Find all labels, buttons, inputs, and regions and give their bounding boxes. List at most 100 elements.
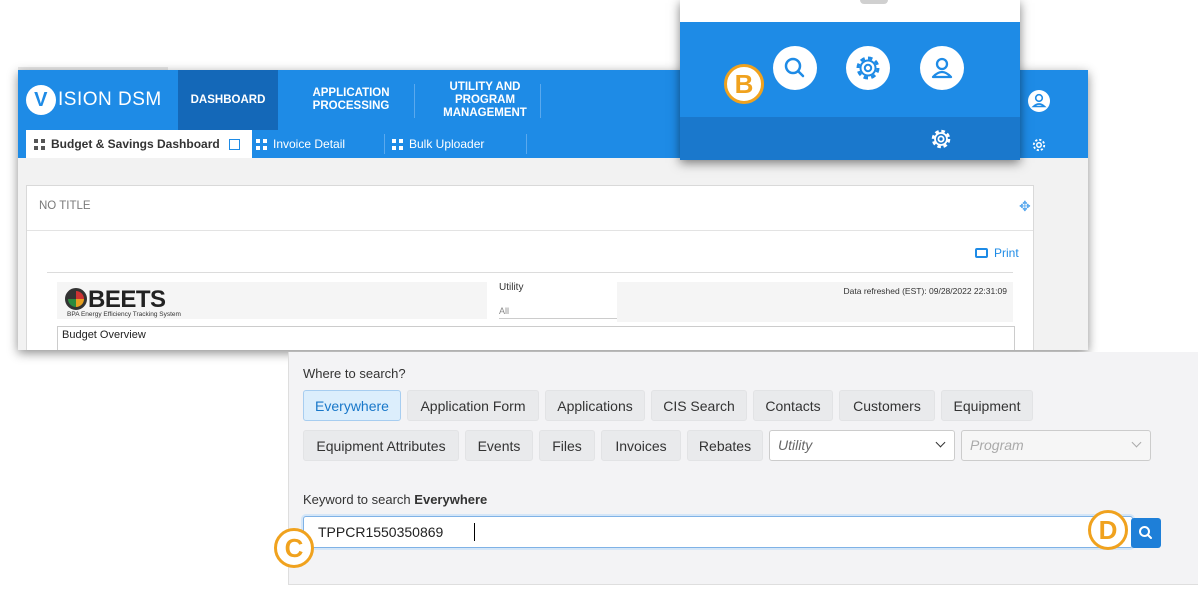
chevron-down-icon (935, 437, 946, 448)
where-to-search-label: Where to search? (303, 366, 406, 381)
scope-label: Contacts (765, 397, 821, 414)
dashboard-card: NO TITLE ✥ Print BEETS BPA Energy Effici… (26, 185, 1034, 350)
external-link-icon[interactable] (228, 138, 240, 150)
zoom-subnav-strip (680, 117, 1020, 160)
scope-label: Rebates (698, 437, 752, 454)
grid-icon (34, 138, 45, 150)
beets-logo: BEETS (65, 286, 166, 314)
nav-divider (540, 84, 541, 118)
nav-tab-dashboard[interactable]: DASHBOARD (178, 70, 278, 130)
keyword-label: Keyword to search Everywhere (303, 492, 487, 507)
beets-logo-text: BEETS (88, 286, 166, 313)
print-icon (975, 248, 988, 258)
callout-marker-b: B (724, 64, 764, 104)
nav-tab-label: UTILITY AND PROGRAM MANAGEMENT (443, 80, 527, 119)
logo-v-mark: V (26, 85, 56, 115)
subtab-label: Budget & Savings Dashboard (51, 137, 220, 151)
scope-rebates[interactable]: Rebates (687, 430, 763, 461)
scope-label: Customers (853, 397, 921, 414)
scope-events[interactable]: Events (465, 430, 533, 461)
subnav-settings-button[interactable] (1030, 136, 1048, 159)
keyword-label-prefix: Keyword to search (303, 492, 411, 507)
nav-divider (414, 84, 415, 118)
gear-icon (856, 56, 880, 80)
search-panel: Where to search? Everywhere Application … (288, 352, 1198, 585)
user-avatar-button[interactable] (1028, 90, 1050, 112)
user-icon (1031, 93, 1047, 108)
callout-marker-d: D (1088, 510, 1128, 550)
scope-label: Everywhere (315, 397, 389, 414)
nav-tab-utility-program-management[interactable]: UTILITY AND PROGRAM MANAGEMENT (430, 70, 540, 130)
data-refreshed-text: Data refreshed (EST): 09/28/2022 22:31:0… (843, 286, 1008, 296)
search-icon (784, 57, 805, 78)
grid-icon (256, 138, 267, 150)
gear-icon (1032, 138, 1046, 152)
scope-applications[interactable]: Applications (545, 390, 645, 421)
scope-contacts[interactable]: Contacts (753, 390, 833, 421)
subtab-label: Bulk Uploader (409, 137, 485, 151)
search-submit-button[interactable] (1131, 518, 1161, 548)
beets-banner: BEETS BPA Energy Efficiency Tracking Sys… (57, 282, 487, 319)
callout-marker-c: C (274, 528, 314, 568)
subtab-bulk-uploader[interactable]: Bulk Uploader (392, 130, 484, 158)
search-icon (1139, 526, 1152, 539)
beets-subtitle: BPA Energy Efficiency Tracking System (67, 311, 181, 318)
subnav-divider (384, 134, 385, 154)
keyword-search-input[interactable]: TPPCR1550350869 (303, 516, 1133, 548)
program-dropdown[interactable]: Program (961, 430, 1151, 461)
zoom-settings-button[interactable] (928, 126, 954, 157)
logo-text: ISION DSM (58, 89, 162, 110)
scope-label: Equipment Attributes (316, 437, 446, 454)
print-label: Print (994, 246, 1019, 260)
utility-placeholder: Utility (778, 437, 813, 453)
budget-overview-header: Budget Overview (57, 326, 1015, 350)
nav-tab-label: DASHBOARD (190, 93, 266, 106)
subnav-divider (526, 134, 527, 154)
refresh-panel: Data refreshed (EST): 09/28/2022 22:31:0… (617, 282, 1013, 322)
scope-label: CIS Search (663, 397, 735, 414)
print-button[interactable]: Print (975, 246, 1019, 260)
scope-files[interactable]: Files (539, 430, 595, 461)
scope-label: Files (552, 437, 582, 454)
subtab-label: Invoice Detail (273, 137, 346, 151)
text-caret (474, 523, 475, 541)
scope-invoices[interactable]: Invoices (601, 430, 681, 461)
user-icon (931, 57, 953, 79)
gear-icon (931, 129, 951, 149)
scope-everywhere[interactable]: Everywhere (303, 390, 401, 421)
keyword-label-scope: Everywhere (414, 492, 488, 507)
global-search-button[interactable] (773, 46, 817, 90)
scope-label: Application Form (420, 397, 526, 414)
scope-cis-search[interactable]: CIS Search (651, 390, 747, 421)
scope-customers[interactable]: Customers (839, 390, 935, 421)
move-icon[interactable]: ✥ (1019, 198, 1031, 215)
card-divider (27, 230, 1033, 231)
program-placeholder: Program (970, 437, 1024, 453)
grid-icon (392, 138, 403, 150)
utility-filter: Utility All (487, 282, 639, 322)
utility-label: Utility (499, 282, 524, 293)
card-title: NO TITLE (39, 200, 91, 212)
scope-label: Invoices (615, 437, 667, 454)
subtab-budget-savings-dashboard[interactable]: Budget & Savings Dashboard (26, 130, 252, 158)
settings-button[interactable] (846, 46, 890, 90)
app-logo[interactable]: V ISION DSM (26, 82, 162, 118)
scope-equipment[interactable]: Equipment (941, 390, 1033, 421)
card-inner-divider (47, 272, 1013, 273)
scope-equipment-attributes[interactable]: Equipment Attributes (303, 430, 459, 461)
chevron-down-icon (1131, 437, 1142, 448)
subtab-invoice-detail[interactable]: Invoice Detail (256, 130, 345, 158)
beets-mark-icon (65, 288, 87, 310)
budget-overview-label: Budget Overview (62, 329, 146, 341)
scope-label: Equipment (953, 397, 1021, 414)
scope-label: Applications (557, 397, 633, 414)
zoom-top-strip (680, 0, 1020, 22)
user-profile-button[interactable] (920, 46, 964, 90)
utility-value: All (499, 306, 510, 316)
scope-application-form[interactable]: Application Form (407, 390, 539, 421)
utility-dropdown[interactable]: Utility (769, 430, 955, 461)
keyword-value: TPPCR1550350869 (318, 524, 444, 540)
nav-tab-application-processing[interactable]: APPLICATION PROCESSING (301, 70, 401, 130)
nav-tab-label: APPLICATION PROCESSING (312, 87, 390, 112)
zoom-nub (860, 0, 888, 4)
